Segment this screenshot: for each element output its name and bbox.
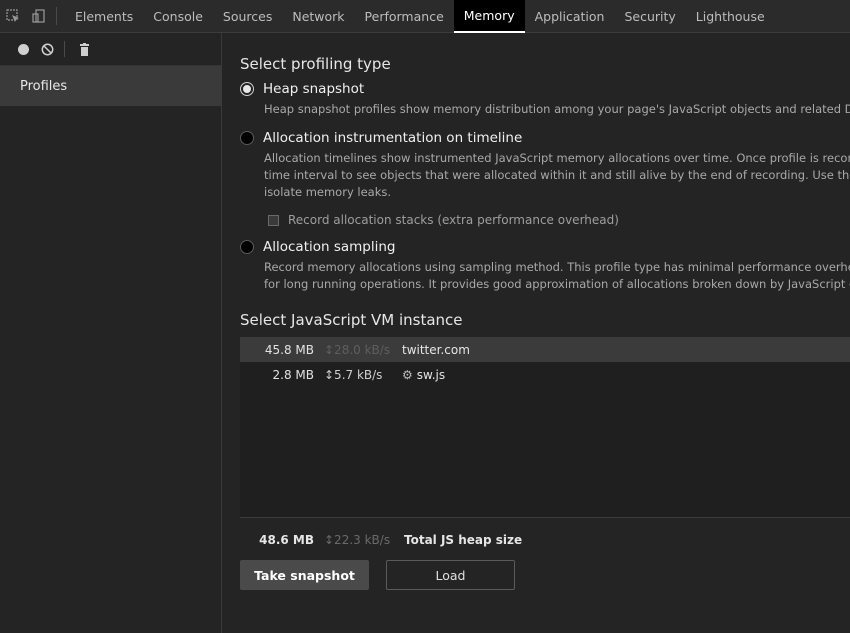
checkbox-label: Record allocation stacks (extra performa… <box>288 213 619 227</box>
tab-sources[interactable]: Sources <box>213 0 282 33</box>
tab-application[interactable]: Application <box>525 0 615 33</box>
allocation-sampling-description: Record memory allocations using sampling… <box>264 259 850 293</box>
total-heap-label: Total JS heap size <box>404 533 523 547</box>
vm-heap-size: 2.8 MB <box>272 367 314 382</box>
vm-instance-row[interactable]: 2.8 MB ↕5.7 kB/s ⚙ sw.js <box>240 362 850 387</box>
allocation-instrumentation-radio[interactable] <box>240 131 254 145</box>
clear-icon[interactable] <box>36 38 58 60</box>
vm-heap-rate: ↕5.7 kB/s <box>324 367 383 382</box>
vm-instance-name: twitter.com <box>402 342 470 357</box>
tab-network[interactable]: Network <box>282 0 354 33</box>
inspect-element-icon[interactable] <box>0 0 26 33</box>
description-line: for long running operations. It provides… <box>264 277 850 291</box>
garbage-collect-icon[interactable] <box>73 38 95 60</box>
heap-snapshot-radio[interactable] <box>240 82 254 96</box>
profiles-sidebar: Profiles <box>0 33 222 633</box>
description-line: Heap snapshot profiles show memory distr… <box>264 102 850 116</box>
record-allocation-stacks-row[interactable]: Record allocation stacks (extra performa… <box>268 213 850 227</box>
sidebar-toolbar <box>0 33 221 66</box>
tab-security[interactable]: Security <box>614 0 685 33</box>
vm-instance-name: sw.js <box>416 367 446 382</box>
tab-elements[interactable]: Elements <box>65 0 143 33</box>
gear-icon: ⚙ <box>402 367 413 382</box>
description-line: Record memory allocations using sampling… <box>264 260 850 274</box>
take-snapshot-button[interactable]: Take snapshot <box>240 560 369 590</box>
sidebar-item-profiles[interactable]: Profiles <box>0 66 221 106</box>
description-line: time interval to see objects that were a… <box>264 168 850 182</box>
sidebar-item-label: Profiles <box>20 78 68 94</box>
option-label: Heap snapshot <box>263 81 365 97</box>
heap-snapshot-description: Heap snapshot profiles show memory distr… <box>264 101 850 118</box>
tab-performance[interactable]: Performance <box>355 0 454 33</box>
vm-instance-list: 45.8 MB ↕28.0 kB/s twitter.com 2.8 MB ↕5… <box>240 337 850 518</box>
option-allocation-sampling[interactable]: Allocation sampling <box>240 239 850 255</box>
tab-lighthouse[interactable]: Lighthouse <box>686 0 775 33</box>
description-line: isolate memory leaks. <box>264 185 392 199</box>
total-heap-rate: ↕22.3 kB/s <box>324 533 391 547</box>
record-allocation-stacks-checkbox[interactable] <box>268 214 279 226</box>
device-toolbar-icon[interactable] <box>26 0 52 33</box>
option-allocation-instrumentation[interactable]: Allocation instrumentation on timeline <box>240 130 850 146</box>
vm-heap-size: 45.8 MB <box>264 342 314 357</box>
memory-main-panel: Select profiling type Heap snapshot Heap… <box>222 33 850 633</box>
profile-actions: Take snapshot Load <box>240 560 850 590</box>
allocation-instrumentation-description: Allocation timelines show instrumented J… <box>264 150 850 201</box>
heap-totals: 48.6 MB ↕22.3 kB/s Total JS heap size <box>240 532 850 548</box>
toolbar-divider <box>64 41 65 57</box>
vm-instance-row[interactable]: 45.8 MB ↕28.0 kB/s twitter.com <box>240 337 850 362</box>
allocation-sampling-radio[interactable] <box>240 240 254 254</box>
devtools-tab-bar: Elements Console Sources Network Performance… <box>0 0 850 33</box>
record-icon[interactable] <box>12 38 34 60</box>
toolbar-divider <box>56 7 57 25</box>
load-button[interactable]: Load <box>386 560 515 590</box>
total-heap-size: 48.6 MB <box>259 533 314 547</box>
vm-instance-name-cell: ⚙ sw.js <box>388 368 445 382</box>
tab-console[interactable]: Console <box>143 0 213 33</box>
option-label: Allocation sampling <box>263 239 396 255</box>
vm-instance-title: Select JavaScript VM instance <box>240 311 463 329</box>
panel-tabs: Elements Console Sources Network Performance… <box>65 0 775 33</box>
option-heap-snapshot[interactable]: Heap snapshot <box>240 81 850 97</box>
vm-heap-rate: ↕28.0 kB/s <box>324 342 391 357</box>
tab-memory[interactable]: Memory <box>453 0 525 33</box>
description-line: Allocation timelines show instrumented J… <box>264 151 850 165</box>
profiling-type-title: Select profiling type <box>240 55 391 73</box>
option-label: Allocation instrumentation on timeline <box>263 130 523 146</box>
